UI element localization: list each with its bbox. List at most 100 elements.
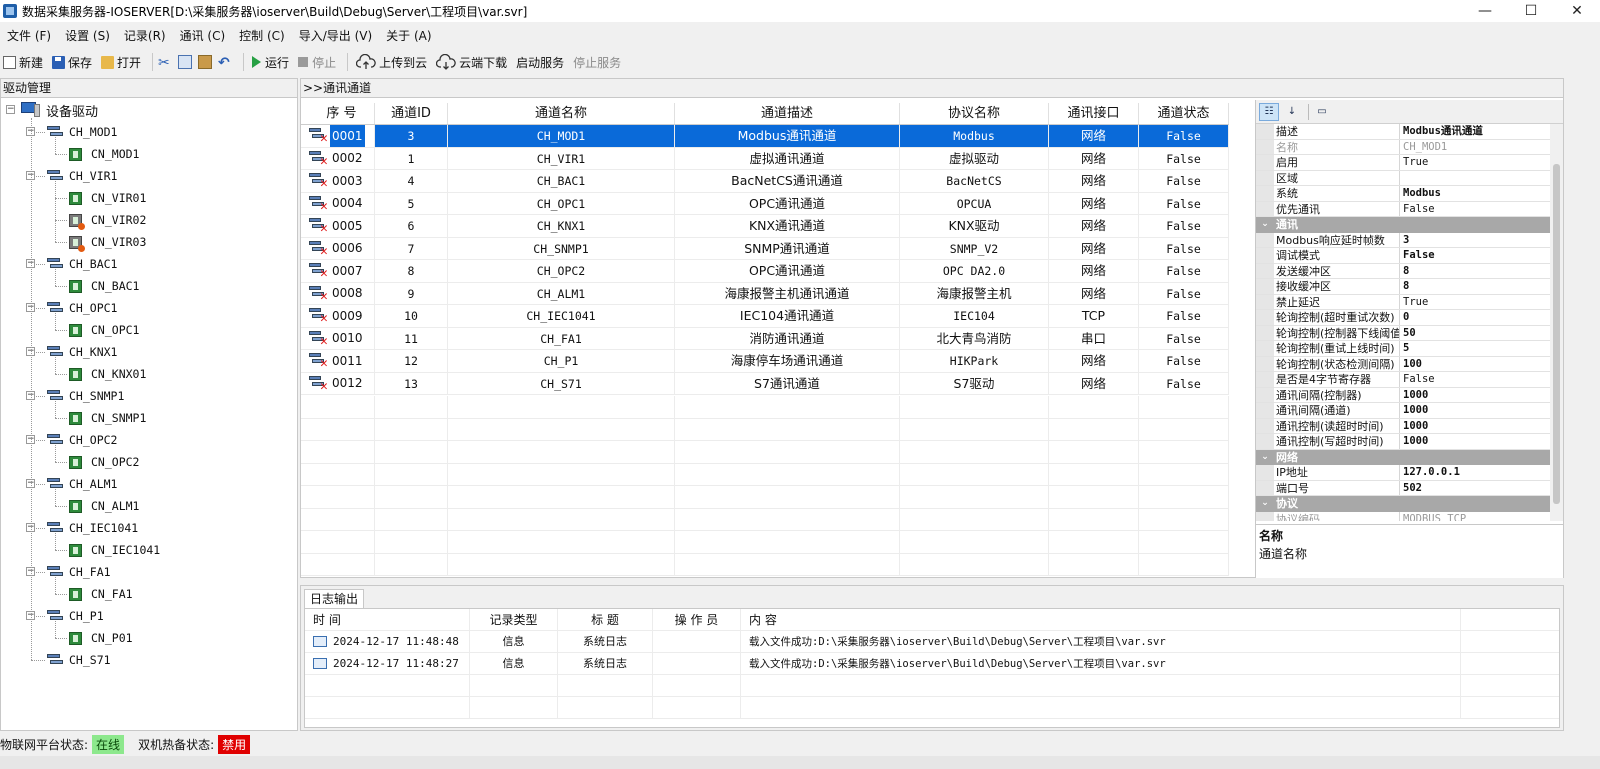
chevron-down-icon[interactable]: ⌄ bbox=[1256, 496, 1274, 511]
table-row[interactable]: ✕ 0005 6 CH_KNX1 KNX通讯通道 KNX驱动 网络 False bbox=[301, 215, 1229, 238]
col-channel-name[interactable]: 通道名称 bbox=[448, 103, 675, 124]
start-service-button[interactable]: 启动服务 bbox=[513, 51, 567, 73]
property-value[interactable]: True bbox=[1400, 155, 1563, 170]
property-row[interactable]: 名称 CH_MOD1 bbox=[1256, 139, 1563, 155]
property-row[interactable]: 通讯间隔(通道) 1000 bbox=[1256, 403, 1563, 419]
menu-settings[interactable]: 设置 (S) bbox=[58, 27, 117, 44]
property-value[interactable]: 1000 bbox=[1400, 388, 1563, 403]
tree-device-cn_p01[interactable]: CN_P01 bbox=[55, 629, 133, 647]
property-row[interactable]: 接收缓冲区 8 bbox=[1256, 279, 1563, 295]
property-value[interactable]: MODBUS_TCP bbox=[1400, 512, 1563, 522]
menu-file[interactable]: 文件 (F) bbox=[0, 27, 58, 44]
log-col-content[interactable]: 内 容 bbox=[741, 609, 1461, 630]
tree-device-cn_mod1[interactable]: CN_MOD1 bbox=[55, 145, 139, 163]
chevron-down-icon[interactable]: ⌄ bbox=[1256, 217, 1274, 232]
alphabetical-icon[interactable]: ↓ bbox=[1282, 103, 1302, 121]
property-value[interactable]: 3 bbox=[1400, 233, 1563, 248]
property-pages-icon[interactable]: ▭ bbox=[1312, 103, 1332, 121]
col-protocol[interactable]: 协议名称 bbox=[900, 103, 1049, 124]
property-row[interactable]: 描述 Modbus通讯通道 bbox=[1256, 124, 1563, 140]
property-row[interactable]: IP地址 127.0.0.1 bbox=[1256, 465, 1563, 481]
col-channel-desc[interactable]: 通道描述 bbox=[675, 103, 900, 124]
tree-device-cn_opc1[interactable]: CN_OPC1 bbox=[55, 321, 139, 339]
property-row[interactable]: Modbus响应延时帧数 3 bbox=[1256, 232, 1563, 248]
property-row[interactable]: 调试模式 False bbox=[1256, 248, 1563, 264]
property-value[interactable]: 1000 bbox=[1400, 434, 1563, 449]
tree-device-cn_vir03[interactable]: CN_VIR03 bbox=[55, 233, 146, 252]
tree-device-cn_iec1041[interactable]: CN_IEC1041 bbox=[55, 541, 160, 559]
property-category[interactable]: ⌄ 网络 bbox=[1256, 449, 1563, 465]
tree-channel-ch_opc1[interactable]: − CH_OPC1 bbox=[26, 299, 117, 317]
new-button[interactable]: 新建 bbox=[0, 51, 46, 73]
tree-device-cn_opc2[interactable]: CN_OPC2 bbox=[55, 453, 139, 471]
tree-collapse-toggle[interactable]: − bbox=[6, 105, 15, 114]
table-row[interactable]: ✕ 0004 5 CH_OPC1 OPC通讯通道 OPCUA 网络 False bbox=[301, 192, 1229, 215]
maximize-button[interactable]: ☐ bbox=[1508, 0, 1554, 22]
tree-device-cn_vir02[interactable]: CN_VIR02 bbox=[55, 211, 146, 230]
property-row[interactable]: 通讯控制(写超时时间) 1000 bbox=[1256, 434, 1563, 450]
tree-channel-ch_alm1[interactable]: − CH_ALM1 bbox=[26, 475, 117, 493]
table-row[interactable]: ✕ 0003 4 CH_BAC1 BacNetCS通讯通道 BacNetCS 网络 False bbox=[301, 170, 1229, 193]
property-value[interactable]: False bbox=[1400, 248, 1563, 263]
close-button[interactable]: ✕ bbox=[1554, 0, 1600, 22]
table-row[interactable]: ✕ 0001 3 CH_MOD1 Modbus通讯通道 Modbus 网络 False bbox=[301, 125, 1229, 148]
tree-root[interactable]: − 设备驱动 bbox=[6, 101, 98, 120]
chevron-down-icon[interactable]: ⌄ bbox=[1256, 450, 1274, 465]
categorized-icon[interactable]: ☷ bbox=[1259, 102, 1279, 121]
property-value[interactable]: CH_MOD1 bbox=[1400, 140, 1563, 155]
property-row[interactable]: 禁止延迟 True bbox=[1256, 294, 1563, 310]
tree-channel-ch_knx1[interactable]: − CH_KNX1 bbox=[26, 343, 117, 361]
save-button[interactable]: 保存 bbox=[49, 51, 95, 73]
property-row[interactable]: 轮询控制(重试上线时间) 5 bbox=[1256, 341, 1563, 357]
property-value[interactable]: 50 bbox=[1400, 326, 1563, 341]
log-row[interactable]: 2024-12-17 11:48:27 信息 系统日志 载入文件成功:D:\采集服务器… bbox=[305, 653, 1559, 675]
minimize-button[interactable]: — bbox=[1462, 0, 1508, 22]
property-value[interactable]: True bbox=[1400, 295, 1563, 310]
property-row[interactable]: 通讯控制(读超时时间) 1000 bbox=[1256, 418, 1563, 434]
tree-channel-ch_iec1041[interactable]: − CH_IEC1041 bbox=[26, 519, 138, 537]
table-row[interactable]: ✕ 0011 12 CH_P1 海康停车场通讯通道 HIKPark 网络 False bbox=[301, 350, 1229, 373]
col-channel-id[interactable]: 通道ID bbox=[375, 103, 448, 124]
property-value[interactable]: 1000 bbox=[1400, 419, 1563, 434]
tree-channel-ch_snmp1[interactable]: − CH_SNMP1 bbox=[26, 387, 124, 405]
property-row[interactable]: 区域 bbox=[1256, 170, 1563, 186]
tree-channel-ch_bac1[interactable]: − CH_BAC1 bbox=[26, 255, 117, 273]
table-row[interactable]: ✕ 0007 8 CH_OPC2 OPC通讯通道 OPC DA2.0 网络 False bbox=[301, 260, 1229, 283]
tree-channel-ch_fa1[interactable]: − CH_FA1 bbox=[26, 563, 111, 581]
property-value[interactable]: Modbus bbox=[1400, 186, 1563, 201]
property-row[interactable]: 通讯间隔(控制器) 1000 bbox=[1256, 387, 1563, 403]
paste-icon[interactable] bbox=[198, 55, 213, 69]
property-value[interactable]: 100 bbox=[1400, 357, 1563, 372]
property-row[interactable]: 端口号 502 bbox=[1256, 480, 1563, 496]
tab-log-output[interactable]: 日志输出 bbox=[304, 589, 365, 608]
property-value[interactable]: 8 bbox=[1400, 264, 1563, 279]
property-value[interactable]: 127.0.0.1 bbox=[1400, 465, 1563, 480]
property-value[interactable]: 5 bbox=[1400, 341, 1563, 356]
tree-device-cn_knx01[interactable]: CN_KNX01 bbox=[55, 365, 146, 383]
upload-cloud-button[interactable]: 上传到云 bbox=[353, 51, 430, 73]
tree-device-cn_snmp1[interactable]: CN_SNMP1 bbox=[55, 409, 146, 427]
stop-service-button[interactable]: 停止服务 bbox=[570, 51, 624, 73]
property-row[interactable]: 发送缓冲区 8 bbox=[1256, 263, 1563, 279]
property-row[interactable]: 协议编码 MODBUS_TCP bbox=[1256, 511, 1563, 522]
stop-button[interactable]: 停止 bbox=[295, 51, 339, 73]
log-col-title[interactable]: 标 题 bbox=[558, 609, 653, 630]
run-button[interactable]: 运行 bbox=[249, 51, 292, 73]
undo-icon[interactable]: ↶ bbox=[218, 55, 232, 71]
table-row[interactable]: ✕ 0010 11 CH_FA1 消防通讯通道 北大青鸟消防 串口 False bbox=[301, 327, 1229, 350]
log-row[interactable]: 2024-12-17 11:48:48 信息 系统日志 载入文件成功:D:\采集服务器… bbox=[305, 631, 1559, 653]
table-row[interactable]: ✕ 0006 7 CH_SNMP1 SNMP通讯通道 SNMP_V2 网络 False bbox=[301, 237, 1229, 260]
property-scrollbar[interactable] bbox=[1550, 124, 1563, 521]
download-cloud-button[interactable]: 云端下载 bbox=[433, 51, 510, 73]
table-row[interactable]: ✕ 0008 9 CH_ALM1 海康报警主机通讯通道 海康报警主机 网络 False bbox=[301, 282, 1229, 305]
menu-record[interactable]: 记录(R) bbox=[117, 27, 173, 44]
menu-about[interactable]: 关于 (A) bbox=[379, 27, 438, 44]
tree-channel-ch_opc2[interactable]: − CH_OPC2 bbox=[26, 431, 117, 449]
menu-control[interactable]: 控制 (C) bbox=[232, 27, 292, 44]
tree-channel-ch_mod1[interactable]: − CH_MOD1 bbox=[26, 123, 117, 141]
property-value[interactable]: 0 bbox=[1400, 310, 1563, 325]
tree-channel-ch_vir1[interactable]: − CH_VIR1 bbox=[26, 167, 117, 185]
property-category[interactable]: ⌄ 协议 bbox=[1256, 496, 1563, 512]
property-row[interactable]: 优先通讯 False bbox=[1256, 201, 1563, 217]
menu-communication[interactable]: 通讯 (C) bbox=[173, 27, 233, 44]
